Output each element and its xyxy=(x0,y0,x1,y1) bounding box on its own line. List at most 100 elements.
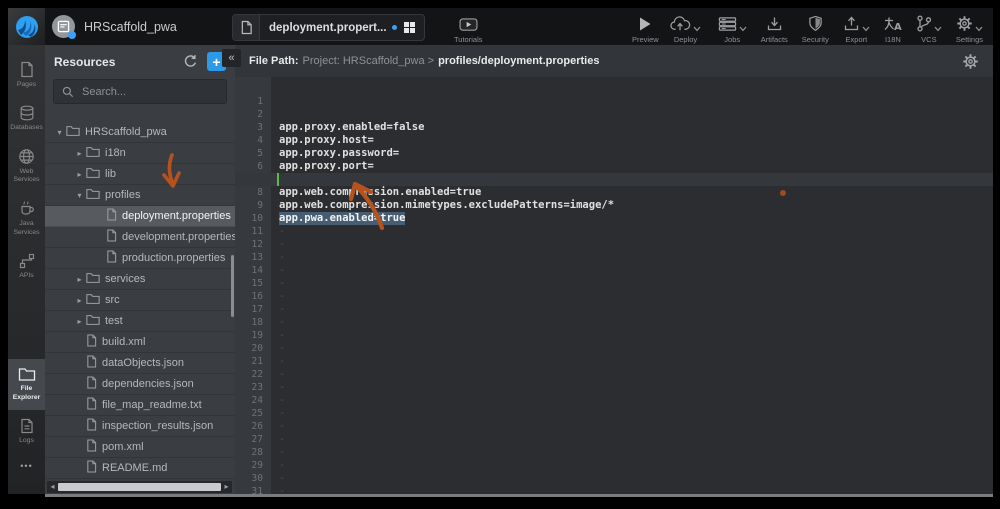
code-line-6[interactable]: 6 app.web.compression.enabled=true xyxy=(235,147,993,160)
caret-collapsed-icon[interactable]: ▸ xyxy=(73,317,86,326)
topbar-action-jobs[interactable]: Jobs xyxy=(718,15,747,44)
code-line-1[interactable]: 1 app.proxy.enabled=false xyxy=(235,82,993,95)
scroll-left-icon[interactable]: ◂ xyxy=(48,483,57,491)
topbar-action-i18n[interactable]: A I18N xyxy=(884,15,902,44)
topbar-action-settings[interactable]: Settings xyxy=(956,15,983,44)
tree-item-services[interactable]: ▸ services xyxy=(45,269,235,290)
tree-item-readme-md[interactable]: README.md xyxy=(45,458,235,479)
svg-text:A: A xyxy=(894,22,902,32)
code-editor[interactable]: 1 app.proxy.enabled=false 2 app.proxy.ho… xyxy=(235,77,993,494)
tree-item-dependencies-json[interactable]: dependencies.json xyxy=(45,374,235,395)
code-line-19[interactable]: 19 - xyxy=(235,316,993,329)
code-line-7[interactable]: 7 app.web.compression.mimetypes.excludeP… xyxy=(235,160,993,173)
editor-settings-gear-icon[interactable] xyxy=(962,53,979,70)
code-line-4[interactable]: 4 app.proxy.port= xyxy=(235,121,993,134)
more-options-button[interactable]: ••• xyxy=(8,461,45,471)
folder-icon xyxy=(86,188,100,200)
code-line-5[interactable]: 5 app.proxy.username= xyxy=(235,134,993,147)
tree-item-i18n[interactable]: ▸ i18n xyxy=(45,143,235,164)
deploy-button[interactable]: Deploy xyxy=(670,15,701,44)
tree-item-build-xml[interactable]: build.xml xyxy=(45,332,235,353)
tree-item-production-properties[interactable]: production.properties xyxy=(45,248,235,269)
code-line-22[interactable]: 22 - xyxy=(235,355,993,368)
tree-item-pom-xml[interactable]: pom.xml xyxy=(45,437,235,458)
code-line-27[interactable]: 27 - xyxy=(235,420,993,433)
caret-collapsed-icon[interactable]: ▸ xyxy=(73,149,86,158)
tree-item-test[interactable]: ▸ test xyxy=(45,311,235,332)
code-line-32[interactable]: 32 - xyxy=(235,485,993,494)
topbar-action-artifacts[interactable]: Artifacts xyxy=(761,15,788,44)
app-logo[interactable] xyxy=(8,8,45,45)
tree-horizontal-scrollbar[interactable]: ◂ ▸ xyxy=(47,481,232,493)
tree-item-profiles[interactable]: ▾ profiles xyxy=(45,185,235,206)
tree-item-dataobjects-json[interactable]: dataObjects.json xyxy=(45,353,235,374)
tree-item-file-map-readme-txt[interactable]: file_map_readme.txt xyxy=(45,395,235,416)
file-icon xyxy=(86,439,97,452)
tree-item-label: lib xyxy=(105,168,116,180)
rail-item-label: Logs xyxy=(19,437,34,446)
code-line-15[interactable]: 15 - xyxy=(235,264,993,277)
code-line-21[interactable]: 21 - xyxy=(235,342,993,355)
topbar-action-vcs[interactable]: VCS xyxy=(916,15,942,44)
project-switcher[interactable]: HRScaffold_pwa xyxy=(52,8,177,45)
code-line-24[interactable]: 24 - xyxy=(235,381,993,394)
file-tree: ▾ HRScaffold_pwa ▸ i18n ▸ lib ▾ profiles… xyxy=(45,122,235,480)
tab-deployment-properties[interactable]: deployment.propert... xyxy=(260,15,424,40)
tree-item-lib[interactable]: ▸ lib xyxy=(45,164,235,185)
rail-item-java-services[interactable]: JavaServices xyxy=(8,192,45,245)
code-line-26[interactable]: 26 - xyxy=(235,407,993,420)
tree-item-ui-build-js[interactable]: ui-build.js xyxy=(45,479,235,480)
rail-item-label: Databases xyxy=(10,124,43,133)
file-explorer-icon xyxy=(18,367,36,382)
rail-item-file-explorer[interactable]: FileExplorer xyxy=(8,359,45,410)
rail-item-databases[interactable]: Databases xyxy=(8,97,45,140)
code-line-23[interactable]: 23 - xyxy=(235,368,993,381)
caret-collapsed-icon[interactable]: ▸ xyxy=(73,296,86,305)
annotation-arrow-tree xyxy=(158,152,192,194)
resource-search xyxy=(53,79,227,104)
code-line-2[interactable]: 2 app.proxy.host= xyxy=(235,95,993,108)
rail-item-web-services[interactable]: WebServices xyxy=(8,140,45,193)
topbar-action-security[interactable]: Security xyxy=(802,15,829,44)
tutorials-icon xyxy=(459,17,478,32)
grid-icon[interactable] xyxy=(404,22,416,34)
tree-item-development-properties[interactable]: development.properties xyxy=(45,227,235,248)
refresh-icon[interactable] xyxy=(183,54,198,69)
rail-item-pages[interactable]: Pages xyxy=(8,53,45,97)
search-input[interactable] xyxy=(80,85,218,99)
code-line-3[interactable]: 3 app.proxy.password= xyxy=(235,108,993,121)
tutorials-button[interactable]: Tutorials xyxy=(454,15,482,44)
code-line-16[interactable]: 16 - xyxy=(235,277,993,290)
preview-button[interactable]: Preview xyxy=(632,15,659,44)
code-line-18[interactable]: 18 - xyxy=(235,303,993,316)
caret-collapsed-icon[interactable]: ▸ xyxy=(73,275,86,284)
tree-vertical-scrollbar[interactable] xyxy=(231,255,234,317)
code-line-30[interactable]: 30 - xyxy=(235,459,993,472)
code-line-25[interactable]: 25 - xyxy=(235,394,993,407)
caret-expanded-icon[interactable]: ▾ xyxy=(53,128,66,137)
code-line-14[interactable]: 14 - xyxy=(235,251,993,264)
top-bar: HRScaffold_pwa deployment.propert... Tut… xyxy=(8,8,993,45)
scrollbar-thumb[interactable] xyxy=(58,483,221,491)
tree-item-src[interactable]: ▸ src xyxy=(45,290,235,311)
export-icon xyxy=(843,16,860,32)
caret-expanded-icon[interactable]: ▾ xyxy=(73,191,86,200)
editor-area: File Path: Project: HRScaffold_pwa > pro… xyxy=(235,45,993,494)
caret-collapsed-icon[interactable]: ▸ xyxy=(73,170,86,179)
rail-item-logs[interactable]: Logs xyxy=(8,410,45,453)
rail-item-apis[interactable]: APIs xyxy=(8,245,45,288)
code-line-31[interactable]: 31 - xyxy=(235,472,993,485)
code-line-13[interactable]: 13 - xyxy=(235,238,993,251)
code-line-17[interactable]: 17 - xyxy=(235,290,993,303)
code-line-20[interactable]: 20 - xyxy=(235,329,993,342)
scroll-right-icon[interactable]: ▸ xyxy=(222,483,231,491)
code-line-29[interactable]: 29 - xyxy=(235,446,993,459)
topbar-action-label: Security xyxy=(802,35,829,44)
tree-item-deployment-properties[interactable]: deployment.properties xyxy=(45,206,235,227)
tree-item-inspection-results-json[interactable]: inspection_results.json xyxy=(45,416,235,437)
collapse-panel-button[interactable]: « xyxy=(222,49,241,67)
topbar-action-export[interactable]: Export xyxy=(843,15,870,44)
code-line-28[interactable]: 28 - xyxy=(235,433,993,446)
tree-item-hrscaffold-pwa[interactable]: ▾ HRScaffold_pwa xyxy=(45,122,235,143)
folder-icon xyxy=(86,314,100,326)
